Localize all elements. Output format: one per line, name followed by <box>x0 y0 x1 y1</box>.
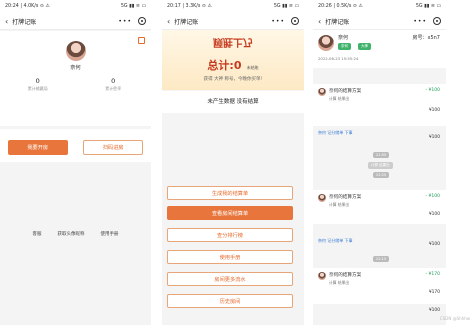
time-chip: 22:25 <box>373 172 390 178</box>
total-value: 总计:0 <box>207 59 242 72</box>
create-room-button[interactable]: 我要开房 <box>7 139 68 155</box>
settlement-sub: 计算 结果出 <box>329 202 350 207</box>
system-label: 奈何 记分储单 下事 <box>318 130 353 135</box>
status-time: 20:26 | 0.5K/s ⊙ ⚠ <box>318 4 363 9</box>
settlement-message[interactable]: 奈何的结算方案 - ¥100 计算 结果出 ¥100 <box>313 84 446 126</box>
banner-hint: 获得 大神 称号，今晚你买单! <box>203 77 263 82</box>
screen-room-flow: 20:26 | 0.5K/s ⊙ ⚠ 5G ▮▮ ≋ ▭ ‹ 打牌记账 ••• … <box>313 0 446 325</box>
settlement-message[interactable]: 奈何的结算方案 - ¥170 计算 结果出 ¥170 <box>313 268 446 304</box>
amount-line: ¥100 <box>428 308 440 313</box>
banner-title: 顾胜上乃 <box>213 36 253 47</box>
settlement-amount-b: ¥170 <box>428 290 440 295</box>
settlement-amount: - ¥100 <box>425 88 440 93</box>
stat-label: 累计胜率 <box>105 86 122 91</box>
section-title: 未产生数据 没有结算 <box>162 91 304 113</box>
settlement-sub: 计算 结果出 <box>329 96 350 101</box>
settlement-sub: 计算 结果出 <box>329 280 350 285</box>
total-suffix: 未结账 <box>246 65 259 70</box>
nav-bar: ‹ 打牌记账 ••• <box>0 13 151 30</box>
status-bar: 20:24 | 4.0K/s ⊙ ⚠ 5G ▮▮ ≋ ▭ <box>0 0 151 13</box>
amount-line: ¥100 <box>428 242 440 247</box>
generate-settlement-button[interactable]: 生成我的结算单 <box>167 186 293 200</box>
title-tag: 大神 <box>358 43 371 50</box>
nav-bar: ‹ 打牌记账 ••• <box>313 13 446 30</box>
close-miniapp-icon[interactable] <box>433 17 441 25</box>
screen-profile: 20:24 | 4.0K/s ⊙ ⚠ 5G ▮▮ ≋ ▭ ‹ 打牌记账 ••• … <box>0 0 151 325</box>
footer-links: 客服 获取头像昵称 使用手册 <box>0 230 151 238</box>
status-icons: 5G ▮▮ ≋ ▭ <box>273 4 299 9</box>
total-banner: 顾胜上乃 总计:0 未结账 获得 大神 称号，今晚你买单! <box>162 30 304 90</box>
stat-rounds: 0 累计输赢局 <box>13 77 63 92</box>
scan-room-button[interactable]: 扫码进房 <box>83 139 144 155</box>
amount-line: ¥100 <box>428 135 440 140</box>
stat-label: 累计输赢局 <box>27 86 48 91</box>
settlement-amount: - ¥170 <box>425 272 440 277</box>
settlement-title: 奈何的结算方案 <box>329 195 362 200</box>
settlement-title: 奈何的结算方案 <box>329 273 362 278</box>
nav-title: 打牌记账 <box>325 18 350 26</box>
status-icons: 5G ▮▮ ≋ ▭ <box>120 4 146 9</box>
more-icon[interactable]: ••• <box>271 18 285 25</box>
avatar[interactable] <box>65 41 86 61</box>
history-rooms-button[interactable]: 历史房间 <box>167 294 293 308</box>
settlement-amount-b: ¥100 <box>428 212 440 217</box>
settlement-title: 奈何的结算方案 <box>329 89 362 94</box>
share-icon[interactable] <box>138 37 145 44</box>
avatar <box>318 194 326 202</box>
back-icon[interactable]: ‹ <box>5 17 8 26</box>
manual-button[interactable]: 使用手册 <box>167 250 293 264</box>
status-time: 20:24 | 4.0K/s ⊙ ⚠ <box>5 4 50 9</box>
stat-value: 0 <box>111 77 116 85</box>
room-header: 奈何 房号：x5n7 奈何 大神 2022-06-23 15:55:24 <box>313 30 446 68</box>
profile-card: 奈何 0 累计输赢局 0 累计胜率 <box>0 31 151 126</box>
system-label: 奈何 记分储单 下事 <box>318 238 353 243</box>
settlement-message[interactable]: 奈何的结算方案 - ¥100 计算 结果出 ¥100 <box>313 190 446 224</box>
info-chip: 计算 结果出 <box>368 162 393 169</box>
status-time: 20:17 | 3.3K/s ⊙ ⚠ <box>167 4 212 9</box>
screen-settlement: 20:17 | 3.3K/s ⊙ ⚠ 5G ▮▮ ≋ ▭ ‹ 打牌记账 ••• … <box>162 0 304 325</box>
settlement-amount: - ¥100 <box>425 194 440 199</box>
avatar <box>318 88 326 96</box>
room-time: 2022-06-23 15:55:24 <box>318 56 359 61</box>
ranking-button[interactable]: 查分排行榜 <box>167 228 293 242</box>
back-icon[interactable]: ‹ <box>167 17 170 26</box>
close-miniapp-icon[interactable] <box>138 17 146 25</box>
more-icon[interactable]: ••• <box>118 18 132 25</box>
room-flow-button[interactable]: 房间更多流水 <box>167 272 293 286</box>
manual-link[interactable]: 使用手册 <box>98 230 122 238</box>
customer-service-link[interactable]: 客服 <box>30 230 45 238</box>
time-chip: 21:55 <box>373 152 390 158</box>
time-chip: 22:15 <box>373 256 390 262</box>
get-avatar-link[interactable]: 获取头像昵称 <box>55 230 88 238</box>
player-name: 奈何 <box>338 35 349 41</box>
view-room-settlement-button[interactable]: 查看房间结算单 <box>167 206 293 220</box>
more-icon[interactable]: ••• <box>413 18 427 25</box>
avatar[interactable] <box>318 35 334 51</box>
action-area: 我要开房 扫码进房 <box>0 132 151 162</box>
name-tag: 奈何 <box>338 43 351 50</box>
stats-row: 0 累计输赢局 0 累计胜率 <box>0 77 151 92</box>
status-bar: 20:26 | 0.5K/s ⊙ ⚠ 5G ▮▮ ≋ ▭ <box>313 0 446 13</box>
back-icon[interactable]: ‹ <box>318 17 321 26</box>
nav-bar: ‹ 打牌记账 ••• <box>162 13 304 30</box>
status-icons: 5G ▮▮ ≋ ▭ <box>415 4 441 9</box>
nav-title: 打牌记账 <box>174 18 199 26</box>
nav-title: 打牌记账 <box>12 18 37 26</box>
watermark: CSDN @Shhhw <box>439 316 470 321</box>
close-miniapp-icon[interactable] <box>291 17 299 25</box>
username: 奈何 <box>70 65 81 71</box>
room-number: 房号：x5n7 <box>412 35 441 41</box>
stat-winrate: 0 累计胜率 <box>88 77 138 92</box>
stat-value: 0 <box>35 77 40 85</box>
settlement-amount-b: ¥100 <box>428 108 440 113</box>
status-bar: 20:17 | 3.3K/s ⊙ ⚠ 5G ▮▮ ≋ ▭ <box>162 0 304 13</box>
avatar <box>318 272 326 280</box>
